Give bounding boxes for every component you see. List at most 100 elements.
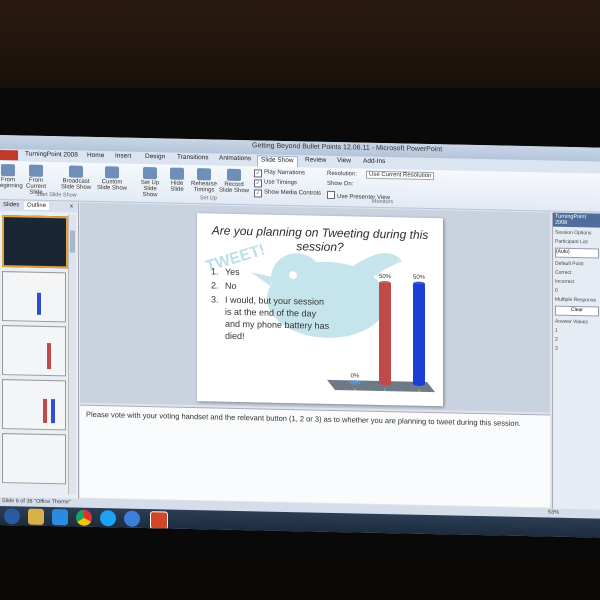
pane-tabs: Slides Outline x: [0, 201, 78, 213]
pane-label: Default Point: [555, 260, 584, 268]
rehearse-button[interactable]: Rehearse Timings: [190, 168, 218, 194]
slide-thumbnail[interactable]: [2, 325, 66, 377]
slide-counter: Slide 6 of 38: [2, 498, 33, 505]
custom-show-icon: [105, 166, 119, 179]
answer-option: 1. Yes: [211, 266, 240, 278]
answer-list: 1. Yes 2. No 3. I would, but your session i…: [211, 265, 331, 346]
scroll-thumb[interactable]: [70, 230, 75, 253]
slide-thumbnail[interactable]: [2, 433, 66, 485]
hide-icon: [170, 167, 184, 180]
participant-select[interactable]: (Auto): [555, 247, 599, 259]
group-label-start: Start Slide Show: [36, 191, 77, 199]
slide-thumbnail[interactable]: [2, 379, 66, 431]
window-title: Getting Beyond Bullet Points 12.06.11 - …: [252, 142, 443, 154]
slideshow-icon: [29, 164, 43, 177]
tab-design[interactable]: Design: [142, 153, 168, 161]
chart-bar: [413, 283, 425, 384]
checkbox-icon: [327, 190, 335, 200]
close-icon[interactable]: x: [67, 202, 76, 210]
thumb-bar: [51, 399, 55, 424]
speaker-notes: Please vote with your voting handset and…: [86, 409, 521, 428]
tab-view[interactable]: View: [334, 157, 354, 164]
results-chart: 0% 1 50% 2 50% 3: [327, 274, 435, 393]
slide-thumbnail[interactable]: [2, 271, 66, 323]
resolution-select[interactable]: Use Current Resolution: [366, 170, 435, 181]
play-narrations-checkbox[interactable]: ✓ Play Narrations: [254, 169, 305, 178]
pane-title: TurningPoint 2008: [553, 212, 600, 228]
pane-label: Incorrect: [555, 278, 575, 286]
pane-label: Correct: [555, 269, 572, 276]
dropbox-icon[interactable]: [52, 509, 68, 526]
checkmark-icon: ✓: [254, 179, 262, 188]
pane-label: 0: [555, 287, 558, 294]
media-controls-checkbox[interactable]: ✓ Show Media Controls: [254, 189, 321, 198]
pane-label: Session Options: [555, 229, 592, 237]
powerpoint-icon[interactable]: [150, 511, 168, 530]
explorer-icon[interactable]: [28, 508, 44, 525]
ie-icon[interactable]: [124, 510, 140, 527]
thumb-bar: [37, 292, 41, 315]
answer-value: 2: [555, 336, 558, 343]
slides-pane: Slides Outline x: [0, 201, 79, 499]
resolution-label: Resolution:: [327, 170, 358, 178]
tab-slide-show[interactable]: Slide Show: [257, 155, 298, 168]
pane-label: Answer Values: [555, 318, 588, 326]
tab-home[interactable]: Home: [84, 152, 107, 159]
tab-add-ins[interactable]: Add-Ins: [360, 158, 388, 166]
record-button[interactable]: Record Slide Show: [218, 168, 250, 195]
thumb-bar: [47, 342, 51, 370]
answer-option: 2. No: [211, 280, 237, 291]
broadcast-button[interactable]: Broadcast Slide Show: [60, 165, 92, 191]
slide-thumbnail[interactable]: [2, 215, 68, 269]
monitor-screen: Getting Beyond Bullet Points 12.06.11 - …: [0, 135, 600, 538]
checkmark-icon: ✓: [254, 169, 262, 178]
group-label-setup: Set Up: [200, 195, 217, 202]
pane-scrollbar[interactable]: [68, 214, 76, 495]
skype-icon[interactable]: [100, 510, 116, 527]
slideshow-icon: [1, 164, 15, 177]
show-on-label: Show On:: [327, 180, 354, 188]
tab-slides[interactable]: Slides: [0, 201, 22, 209]
theme-name: "Office Theme": [34, 498, 71, 506]
tab-review[interactable]: Review: [302, 156, 329, 164]
answer-value: 1: [555, 327, 558, 334]
broadcast-icon: [69, 165, 83, 178]
chart-value-label: 50%: [413, 275, 426, 281]
tab-transitions[interactable]: Transitions: [174, 154, 212, 162]
windows-icon[interactable]: [4, 508, 20, 525]
tab-outline[interactable]: Outline: [24, 201, 50, 211]
chart-value-label: 0%: [351, 373, 360, 379]
record-icon: [227, 168, 241, 182]
chart-category-label: 3: [418, 389, 420, 393]
notes-pane[interactable]: Please vote with your voting handset and…: [80, 404, 550, 508]
from-beginning-button[interactable]: From Beginning: [0, 164, 23, 189]
chart-category-label: 1: [354, 387, 356, 391]
pane-label: Participant List: [555, 238, 588, 246]
setup-show-button[interactable]: Set Up Slide Show: [136, 166, 164, 199]
slide-canvas: TWEET! Are you planning on Tweeting duri…: [80, 202, 550, 413]
hide-slide-button[interactable]: Hide Slide: [166, 167, 188, 193]
tab-file[interactable]: [0, 150, 18, 161]
tab-insert[interactable]: Insert: [112, 152, 134, 159]
answer-option: 3. I would, but your session is at the en…: [211, 294, 330, 342]
custom-show-button[interactable]: Custom Slide Show: [96, 166, 128, 192]
use-timings-checkbox[interactable]: ✓ Use Timings: [254, 179, 297, 188]
checkmark-icon: ✓: [254, 189, 262, 198]
chart-category-label: 2: [384, 388, 386, 392]
chart-value-label: 50%: [379, 274, 392, 280]
slide-title: Are you planning on Tweeting during this…: [211, 223, 429, 255]
zoom-level[interactable]: 53%: [548, 509, 559, 515]
turningpoint-pane: TurningPoint 2008 Session Options Partic…: [552, 212, 600, 510]
thumb-bar: [43, 398, 47, 423]
answer-value: 3: [555, 345, 558, 352]
current-slide[interactable]: TWEET! Are you planning on Tweeting duri…: [197, 213, 443, 407]
tab-animations[interactable]: Animations: [216, 155, 254, 163]
clock-icon: [197, 168, 211, 181]
chrome-icon[interactable]: [76, 509, 92, 526]
clear-button[interactable]: Clear: [555, 305, 599, 317]
group-label-monitors: Monitors: [372, 198, 394, 206]
tab-turningpoint[interactable]: TurningPoint 2008: [22, 150, 81, 159]
pane-label: Multiple Response: [555, 296, 597, 304]
setup-icon: [143, 166, 157, 180]
chart-bar: [379, 282, 391, 384]
